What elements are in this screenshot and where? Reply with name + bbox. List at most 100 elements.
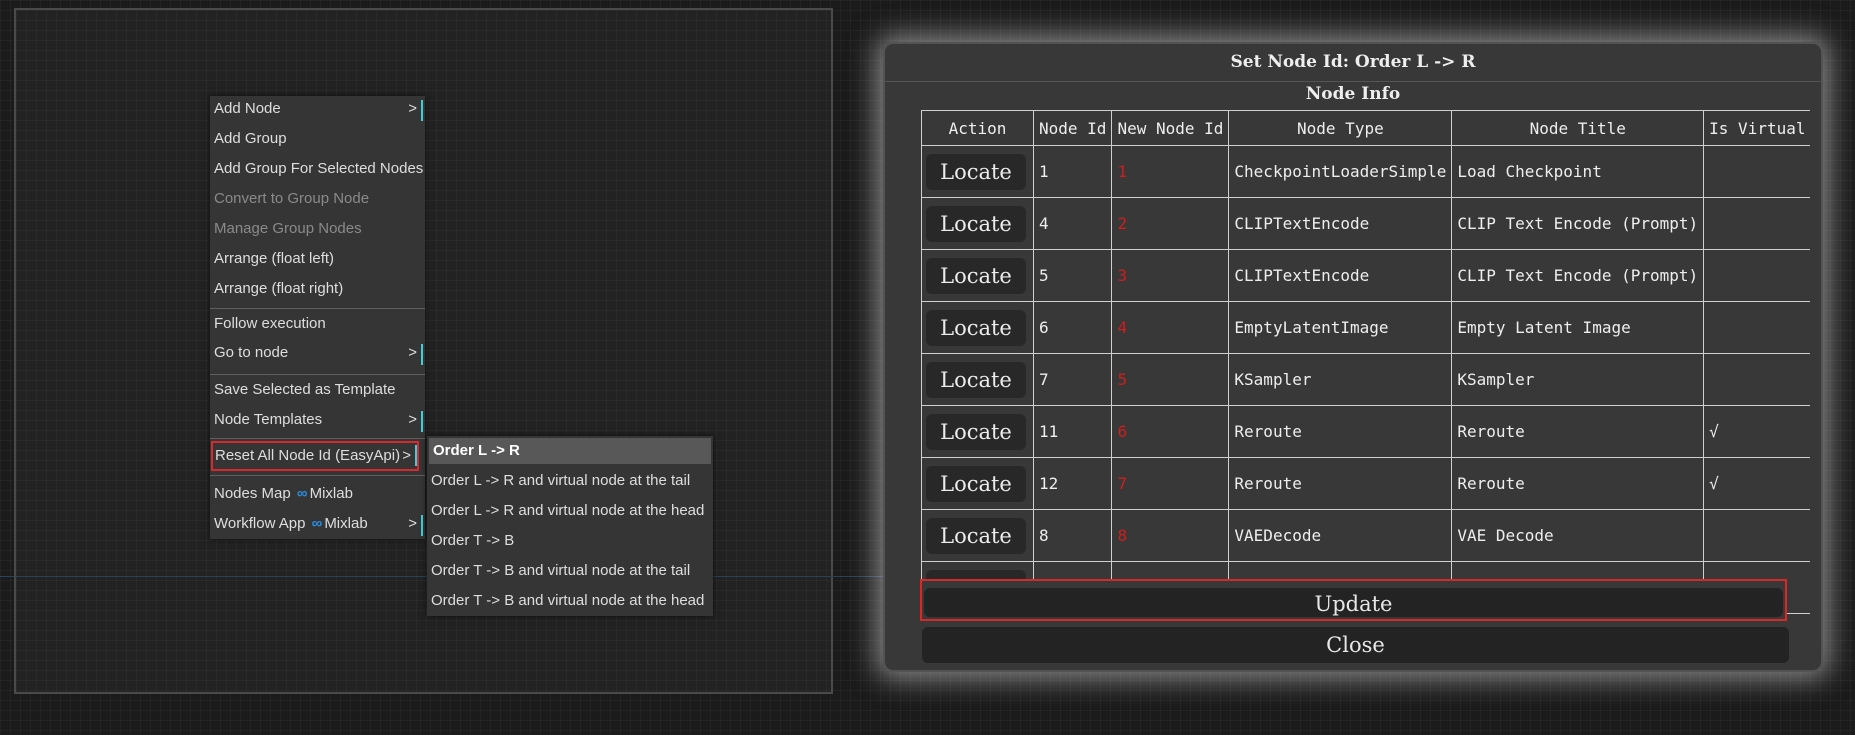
submenu-arrow-icon: > xyxy=(408,515,417,532)
menu-item-arrange-right[interactable]: Arrange (float right) xyxy=(210,276,425,302)
node-id-cell: 6 xyxy=(1032,301,1113,354)
node-id-cell: 5 xyxy=(1032,249,1113,302)
locate-button[interactable]: Locate xyxy=(926,153,1026,190)
new-node-id-cell: 6 xyxy=(1111,405,1230,458)
column-header-action: Action xyxy=(921,110,1034,146)
menu-item-label: Convert to Group Node xyxy=(214,190,370,207)
node-title-cell: VAE Decode xyxy=(1451,509,1705,562)
menu-item-follow-execution[interactable]: Follow execution xyxy=(210,311,425,337)
node-title-cell: Reroute xyxy=(1451,405,1705,458)
table-row: Locate 1 1 CheckpointLoaderSimple Load Check… xyxy=(921,145,1811,198)
menu-item-add-group[interactable]: Add Group xyxy=(210,126,425,152)
column-header-new-node-id: New Node Id xyxy=(1111,110,1230,146)
submenu-item-order-lr-tail[interactable]: Order L -> R and virtual node at the tai… xyxy=(427,466,713,496)
node-id-cell: 11 xyxy=(1032,405,1113,458)
close-button[interactable]: Close xyxy=(922,627,1789,663)
locate-button[interactable]: Locate xyxy=(926,465,1026,502)
submenu-item-order-tb-tail[interactable]: Order T -> B and virtual node at the tai… xyxy=(427,556,713,586)
menu-item-workflow-app[interactable]: Workflow App ∞ Mixlab > xyxy=(210,511,425,537)
submenu-arrow-icon: > xyxy=(408,411,417,428)
menu-item-go-to-node[interactable]: Go to node > xyxy=(210,340,425,366)
table-row: Locate 4 2 CLIPTextEncode CLIP Text Encode (… xyxy=(921,197,1811,250)
menu-item-add-node[interactable]: Add Node > xyxy=(210,96,425,122)
locate-button[interactable]: Locate xyxy=(926,413,1026,450)
is-virtual-cell: √ xyxy=(1703,405,1811,458)
new-node-id-cell: 1 xyxy=(1111,145,1230,198)
canvas-context-menu: Add Node > Add Group Add Group For Selec… xyxy=(210,96,425,539)
node-title-cell: Reroute xyxy=(1451,457,1705,510)
node-id-cell: 4 xyxy=(1032,197,1113,250)
node-id-cell: 12 xyxy=(1032,457,1113,510)
canvas-link-line xyxy=(0,576,14,577)
menu-separator xyxy=(210,475,425,476)
node-title-cell: Empty Latent Image xyxy=(1451,301,1705,354)
menu-item-add-group-selected[interactable]: Add Group For Selected Nodes xyxy=(210,156,425,182)
menu-item-label: Workflow App xyxy=(214,515,306,532)
locate-button[interactable]: Locate xyxy=(926,257,1026,294)
locate-button[interactable]: Locate xyxy=(926,309,1026,346)
menu-item-manage-group-nodes: Manage Group Nodes xyxy=(210,216,425,242)
menu-item-node-templates[interactable]: Node Templates > xyxy=(210,407,425,433)
menu-item-save-template[interactable]: Save Selected as Template xyxy=(210,377,425,403)
action-cell: Locate xyxy=(921,405,1034,458)
node-type-cell: CheckpointLoaderSimple xyxy=(1228,145,1453,198)
action-cell: Locate xyxy=(921,145,1034,198)
menu-item-reset-node-id[interactable]: Reset All Node Id (EasyApi) > xyxy=(211,441,419,471)
submenu-item-order-lr[interactable]: Order L -> R xyxy=(429,438,711,464)
table-row: Locate 11 6 Reroute Reroute √ xyxy=(921,405,1811,458)
new-node-id-cell: 8 xyxy=(1111,509,1230,562)
node-type-cell: KSampler xyxy=(1228,353,1453,406)
node-id-cell: 1 xyxy=(1032,145,1113,198)
menu-item-convert-group-node: Convert to Group Node xyxy=(210,186,425,212)
table-row: Locate 8 8 VAEDecode VAE Decode xyxy=(921,509,1811,562)
node-id-cell: 8 xyxy=(1032,509,1113,562)
reset-node-id-submenu: Order L -> R Order L -> R and virtual no… xyxy=(427,436,713,616)
is-virtual-cell: √ xyxy=(1703,457,1811,510)
menu-separator xyxy=(210,374,425,375)
node-title-cell: CLIP Text Encode (Prompt) xyxy=(1451,197,1705,250)
table-row: Locate 12 7 Reroute Reroute √ xyxy=(921,457,1811,510)
node-type-cell: Reroute xyxy=(1228,457,1453,510)
menu-item-arrange-left[interactable]: Arrange (float left) xyxy=(210,246,425,272)
submenu-arrow-icon: > xyxy=(408,344,417,361)
new-node-id-cell: 7 xyxy=(1111,457,1230,510)
is-virtual-cell xyxy=(1703,197,1811,250)
column-header-is-virtual: Is Virtual xyxy=(1703,110,1811,146)
locate-button[interactable]: Locate xyxy=(926,205,1026,242)
node-title-cell: KSampler xyxy=(1451,353,1705,406)
node-type-cell: CLIPTextEncode xyxy=(1228,249,1453,302)
menu-item-label: Add Node xyxy=(214,100,281,117)
mixlab-brand-label: Mixlab xyxy=(324,515,368,532)
menu-item-label: Manage Group Nodes xyxy=(214,220,362,237)
update-button[interactable]: Update xyxy=(924,588,1783,617)
locate-button[interactable]: Locate xyxy=(926,517,1026,554)
update-button-frame: Update xyxy=(920,579,1787,621)
submenu-item-order-tb-head[interactable]: Order T -> B and virtual node at the hea… xyxy=(427,586,713,616)
menu-item-label: Go to node xyxy=(214,344,289,361)
menu-item-nodes-map[interactable]: Nodes Map ∞ Mixlab xyxy=(210,481,425,507)
menu-item-label: Add Group For Selected Nodes xyxy=(214,160,424,177)
submenu-item-order-tb[interactable]: Order T -> B xyxy=(427,526,713,556)
node-title-cell: CLIP Text Encode (Prompt) xyxy=(1451,249,1705,302)
submenu-item-order-lr-head[interactable]: Order L -> R and virtual node at the hea… xyxy=(427,496,713,526)
node-type-cell: VAEDecode xyxy=(1228,509,1453,562)
node-type-cell: CLIPTextEncode xyxy=(1228,197,1453,250)
menu-item-label: Node Templates xyxy=(214,411,323,428)
set-node-id-dialog: Set Node Id: Order L -> R Node Info Acti… xyxy=(883,42,1823,672)
dialog-title-divider xyxy=(885,81,1821,82)
menu-item-label: Follow execution xyxy=(214,315,326,332)
node-id-cell: 7 xyxy=(1032,353,1113,406)
node-type-cell: EmptyLatentImage xyxy=(1228,301,1453,354)
table-row: Locate 5 3 CLIPTextEncode CLIP Text Encode (… xyxy=(921,249,1811,302)
new-node-id-cell: 3 xyxy=(1111,249,1230,302)
locate-button[interactable]: Locate xyxy=(926,361,1026,398)
column-header-node-id: Node Id xyxy=(1032,110,1113,146)
submenu-arrow-icon: > xyxy=(408,100,417,117)
action-cell: Locate xyxy=(921,353,1034,406)
menu-item-label: Add Group xyxy=(214,130,287,147)
new-node-id-cell: 4 xyxy=(1111,301,1230,354)
is-virtual-cell xyxy=(1703,301,1811,354)
column-header-node-title: Node Title xyxy=(1451,110,1705,146)
new-node-id-cell: 5 xyxy=(1111,353,1230,406)
menu-item-label: Nodes Map xyxy=(214,485,291,502)
